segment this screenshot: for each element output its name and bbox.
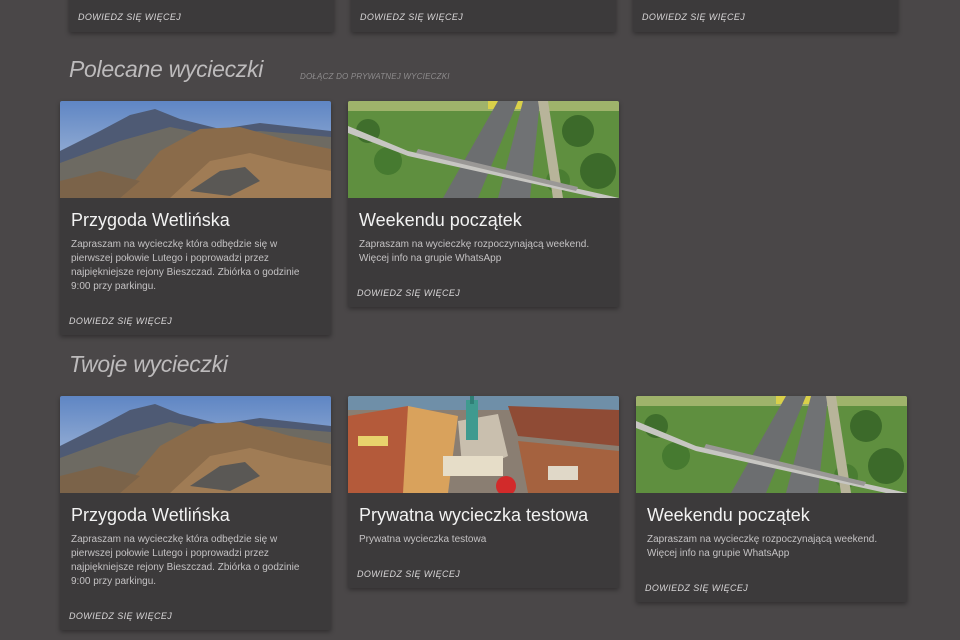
- trip-card[interactable]: Weekendu początek Zapraszam na wycieczkę…: [636, 396, 907, 602]
- top-card-1: DOWIEDZ SIĘ WIĘCEJ: [69, 0, 334, 32]
- card-title: Prywatna wycieczka testowa: [359, 505, 589, 525]
- learn-more-link[interactable]: DOWIEDZ SIĘ WIĘCEJ: [357, 288, 460, 298]
- top-card-2: DOWIEDZ SIĘ WIĘCEJ: [351, 0, 616, 32]
- learn-more-link[interactable]: DOWIEDZ SIĘ WIĘCEJ: [69, 316, 172, 326]
- card-title: Przygoda Wetlińska: [71, 505, 230, 525]
- town-square-aerial-photo: [348, 396, 619, 493]
- top-card-3: DOWIEDZ SIĘ WIĘCEJ: [633, 0, 898, 32]
- learn-more-link[interactable]: DOWIEDZ SIĘ WIĘCEJ: [645, 583, 748, 593]
- card-title: Weekendu początek: [647, 505, 810, 525]
- trip-card[interactable]: Przygoda Wetlińska Zapraszam na wycieczk…: [60, 396, 331, 630]
- card-description: Zapraszam na wycieczkę która odbędzie si…: [71, 239, 300, 292]
- learn-more-link[interactable]: DOWIEDZ SIĘ WIĘCEJ: [642, 12, 745, 22]
- mountain-trail-photo: [60, 396, 331, 493]
- trip-card[interactable]: Prywatna wycieczka testowa Prywatna wyci…: [348, 396, 619, 588]
- highway-bridge-photo: [348, 101, 619, 198]
- card-title: Weekendu początek: [359, 210, 522, 230]
- card-description: Zapraszam na wycieczkę która odbędzie si…: [71, 534, 300, 587]
- learn-more-link[interactable]: DOWIEDZ SIĘ WIĘCEJ: [78, 12, 181, 22]
- trip-card[interactable]: Przygoda Wetlińska Zapraszam na wycieczk…: [60, 101, 331, 335]
- learn-more-link[interactable]: DOWIEDZ SIĘ WIĘCEJ: [69, 611, 172, 621]
- section-title-yours: Twoje wycieczki: [69, 351, 228, 377]
- section-title-recommended: Polecane wycieczki: [69, 56, 264, 82]
- card-description: Prywatna wycieczka testowa: [359, 534, 487, 545]
- trip-card[interactable]: Weekendu początek Zapraszam na wycieczkę…: [348, 101, 619, 307]
- card-description: Zapraszam na wycieczkę rozpoczynającą we…: [359, 239, 590, 264]
- mountain-trail-photo: [60, 101, 331, 198]
- section-subtitle-recommended: DOŁĄCZ DO PRYWATNEJ WYCIECZKI: [300, 72, 450, 81]
- card-title: Przygoda Wetlińska: [71, 210, 230, 230]
- learn-more-link[interactable]: DOWIEDZ SIĘ WIĘCEJ: [360, 12, 463, 22]
- learn-more-link[interactable]: DOWIEDZ SIĘ WIĘCEJ: [357, 569, 460, 579]
- card-description: Zapraszam na wycieczkę rozpoczynającą we…: [647, 534, 878, 559]
- highway-bridge-photo: [636, 396, 907, 493]
